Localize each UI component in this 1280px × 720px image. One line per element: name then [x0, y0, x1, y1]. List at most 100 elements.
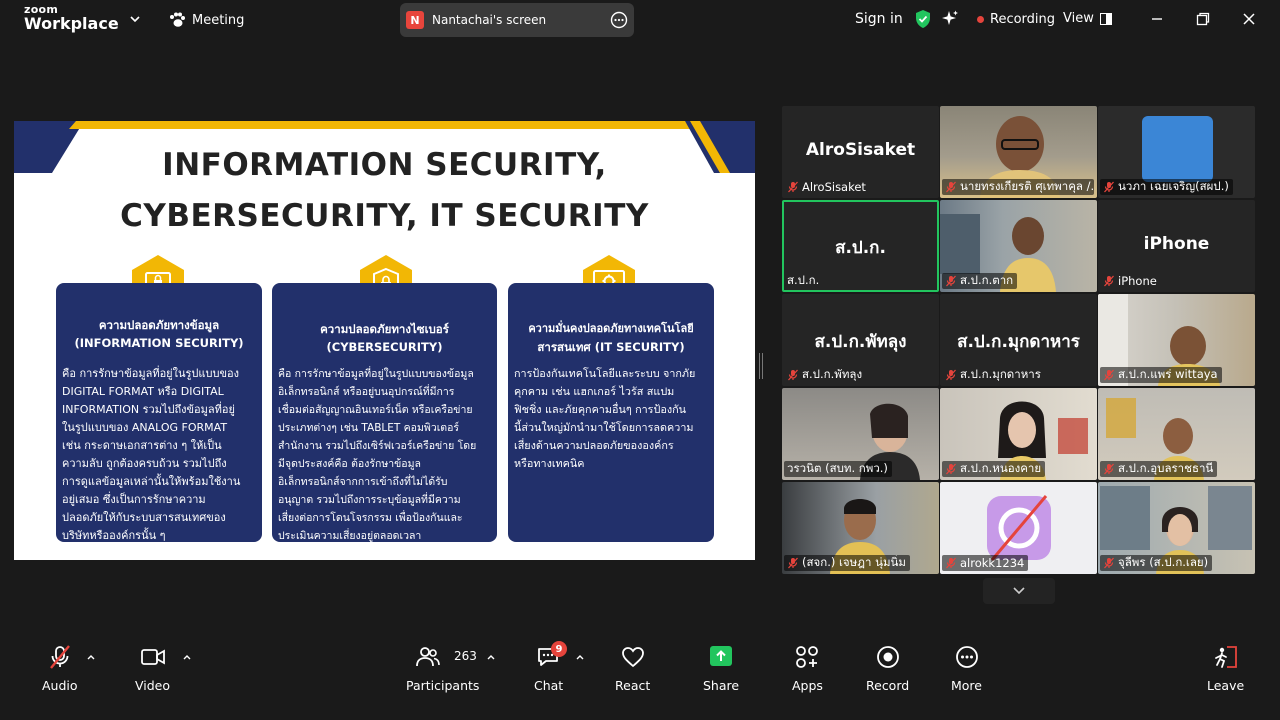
- participant-tile[interactable]: จุลีพร (ส.ป.ก.เลย): [1098, 482, 1255, 574]
- participant-name: นวภา เฉยเจริญ(สผป.): [1118, 179, 1229, 193]
- ai-companion-icon[interactable]: [940, 9, 960, 29]
- more-button[interactable]: More: [951, 644, 982, 693]
- sharer-avatar: N: [406, 11, 424, 29]
- participant-nametag: จุลีพร (ส.ป.ก.เลย): [1100, 555, 1213, 571]
- participant-tile[interactable]: AlroSisaket AlroSisaket: [782, 106, 939, 198]
- record-button[interactable]: Record: [866, 644, 909, 693]
- screen-share-indicator[interactable]: N Nantachai's screen: [400, 3, 634, 37]
- participant-tile[interactable]: (สจก.) เจษฎา นุ่มนิ่ม: [782, 482, 939, 574]
- minimize-icon[interactable]: [1148, 10, 1166, 28]
- mic-muted-icon: [788, 181, 798, 193]
- participant-nametag: นายทรงเกียรติ ศุเทพาคุล /...: [942, 179, 1094, 195]
- security-shield-icon[interactable]: [913, 9, 933, 29]
- participant-display-name: iPhone: [1143, 234, 1210, 254]
- participant-tile[interactable]: ส.ป.ก.พัทลุง ส.ป.ก.พัทลุง: [782, 294, 939, 386]
- card-line: หรือทางเทคนิค: [514, 457, 585, 470]
- card-line: เช่น กระดาษเอกสารต่าง ๆ ให้เป็น: [62, 439, 222, 452]
- video-button[interactable]: Video: [135, 644, 170, 693]
- card-line: เชื่อมต่อสัญญาณอินเทอร์เน็ต หรือเครือข่า…: [278, 404, 473, 416]
- card-line: การดูแลข้อมูลเหล่านั้นให้พร้อมใช้งาน: [62, 475, 241, 488]
- more-options-icon: [955, 646, 978, 668]
- participant-nametag: iPhone: [1100, 273, 1161, 289]
- participant-tile[interactable]: ส.ป.ก.อุบลราชธานี: [1098, 388, 1255, 480]
- apps-button[interactable]: Apps: [792, 644, 823, 693]
- zoom-workplace-logo[interactable]: zoom Workplace: [24, 4, 119, 32]
- participant-name: ส.ป.ก.แพร่ wittaya: [1118, 367, 1218, 381]
- apps-label: Apps: [792, 678, 823, 693]
- audio-button[interactable]: Audio: [42, 644, 78, 693]
- sign-in-link[interactable]: Sign in: [855, 11, 903, 27]
- mic-muted-icon: [788, 557, 798, 569]
- mic-muted-icon: [49, 645, 70, 669]
- panel-resize-handle[interactable]: [759, 353, 763, 379]
- participant-tile[interactable]: ส.ป.ก.มุกดาหาร ส.ป.ก.มุกดาหาร: [940, 294, 1097, 386]
- participant-nametag: ส.ป.ก.หนองคาย: [942, 461, 1046, 477]
- card-title-th: ความปลอดภัยทางไซเบอร์: [320, 322, 449, 336]
- logo-big-text: Workplace: [24, 14, 119, 33]
- meeting-info-button[interactable]: Meeting: [168, 10, 244, 30]
- participant-tile[interactable]: iPhone iPhone: [1098, 200, 1255, 292]
- participant-name: AlroSisaket: [802, 180, 866, 194]
- mic-muted-icon: [1104, 181, 1114, 193]
- chevron-up-icon[interactable]: [575, 653, 585, 661]
- card-line: ในรูปแบบของ ANALOG FORMAT: [62, 421, 228, 434]
- mic-muted-icon: [946, 557, 956, 569]
- more-options-icon[interactable]: [610, 11, 628, 29]
- participant-name: วรวนิต (สบท. กพว.): [787, 461, 888, 475]
- mic-muted-icon: [1104, 275, 1114, 287]
- participant-tile[interactable]: ส.ป.ก.หนองคาย: [940, 388, 1097, 480]
- close-icon[interactable]: [1240, 10, 1258, 28]
- participant-tile[interactable]: นวภา เฉยเจริญ(สผป.): [1098, 106, 1255, 198]
- participant-tile-active-speaker[interactable]: ส.ป.ก. ส.ป.ก.: [782, 200, 939, 292]
- restore-icon[interactable]: [1194, 10, 1212, 28]
- react-label: React: [615, 678, 651, 693]
- card-line: ฟิชชิ่ง และภัยคุกคามอื่นๆ การป้องกัน: [514, 403, 687, 416]
- card-line: คือ การรักษาข้อมูลที่อยู่ในรูปแบบของข้อม…: [278, 368, 474, 380]
- card-line: บริษัทหรือองค์กรนั้น ๆ: [62, 529, 166, 542]
- react-button[interactable]: React: [615, 644, 650, 693]
- gallery-next-page-button[interactable]: [983, 578, 1055, 604]
- leave-button[interactable]: Leave: [1207, 644, 1244, 693]
- participant-name: ส.ป.ก.ตาก: [960, 273, 1014, 287]
- video-camera-icon: [140, 649, 165, 665]
- participant-tile[interactable]: นายทรงเกียรติ ศุเทพาคุล /...: [940, 106, 1097, 198]
- participant-name: ส.ป.ก.อุบลราชธานี: [1118, 461, 1214, 475]
- mic-muted-icon: [788, 369, 798, 381]
- apps-icon: [796, 646, 819, 668]
- leave-label: Leave: [1207, 678, 1245, 693]
- top-bar: zoom Workplace Meeting N Nantachai's scr…: [0, 0, 1280, 40]
- recording-indicator[interactable]: Recording: [977, 12, 1055, 27]
- card-title-th: ความมั่นคงปลอดภัยทางเทคโนโลยี: [528, 322, 694, 335]
- participant-tile[interactable]: alrokk1234: [940, 482, 1097, 574]
- share-screen-button[interactable]: Share: [703, 644, 739, 693]
- participant-tile[interactable]: วรวนิต (สบท. กพว.): [782, 388, 939, 480]
- shared-screen-slide: INFORMATION SECURITY, CYBERSECURITY, IT …: [14, 121, 755, 560]
- participants-icon: [415, 647, 440, 667]
- mic-muted-icon: [1104, 369, 1114, 381]
- chevron-down-icon: [1013, 587, 1025, 595]
- chevron-down-icon[interactable]: [128, 12, 142, 26]
- chevron-up-icon[interactable]: [182, 653, 192, 661]
- participant-nametag: วรวนิต (สบท. กพว.): [784, 461, 892, 477]
- view-button[interactable]: View: [1063, 11, 1112, 26]
- participant-display-name: AlroSisaket: [805, 140, 916, 160]
- participant-tile[interactable]: ส.ป.ก.แพร่ wittaya: [1098, 294, 1255, 386]
- card-title-en: สารสนเทศ (IT SECURITY): [537, 340, 685, 354]
- mic-muted-icon: [946, 275, 956, 287]
- participant-display-name: ส.ป.ก.พัทลุง: [814, 332, 907, 352]
- card-line: มีจุดประสงค์คือ ต้องรักษาข้อมูล: [278, 458, 421, 470]
- participant-gallery: AlroSisaket AlroSisaket นายทรงเกียรติ ศุ…: [782, 106, 1256, 574]
- participant-name: ส.ป.ก.พัทลุง: [802, 367, 863, 381]
- participants-label: Participants: [406, 678, 480, 693]
- card-title-en: (INFORMATION SECURITY): [74, 336, 244, 350]
- card-line: INFORMATION รวมไปถึงข้อมูลที่อยู่: [62, 403, 235, 416]
- chevron-up-icon[interactable]: [86, 653, 96, 661]
- card-line: การป้องกันเทคโนโลยีและระบบ จากภัย: [514, 367, 696, 380]
- cybersecurity-card: ความปลอดภัยทางไซเบอร์ (CYBERSECURITY) คื…: [272, 283, 497, 542]
- record-icon: [876, 646, 899, 668]
- chevron-up-icon[interactable]: [486, 653, 496, 661]
- chat-label: Chat: [534, 678, 564, 693]
- leave-door-icon: [1214, 646, 1237, 668]
- participant-tile[interactable]: ส.ป.ก.ตาก: [940, 200, 1097, 292]
- participant-name: alrokk1234: [960, 556, 1025, 570]
